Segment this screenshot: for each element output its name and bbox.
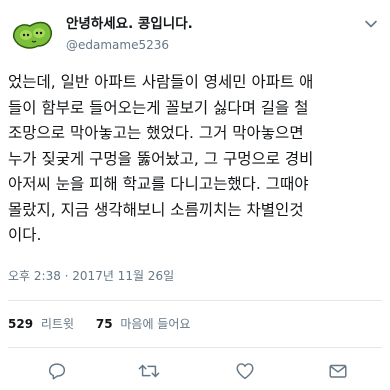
likes-label: 마음에 들어요 [120,317,191,331]
direct-message-button[interactable] [325,358,351,384]
tweet-card: 안녕하세요. 콩입니다. @edamame5236 었는데, 일반 아파트 사람… [0,0,390,390]
divider [8,300,382,301]
retweet-icon [138,364,160,378]
like-button[interactable] [232,358,258,384]
divider [8,347,382,348]
likes-count: 75 [95,317,113,331]
heart-icon [236,363,254,380]
likes-stat[interactable]: 75 마음에 들어요 [96,316,191,332]
envelope-icon [329,364,347,378]
reply-button[interactable] [44,358,70,384]
avatar[interactable] [8,8,56,56]
retweets-stat[interactable]: 529 리트윗 [8,316,74,332]
user-handle[interactable]: @edamame5236 [66,37,169,53]
retweet-button[interactable] [136,358,162,384]
tweet-header: 안녕하세요. 콩입니다. @edamame5236 [0,0,390,62]
display-name[interactable]: 안녕하세요. 콩입니다. [66,15,193,33]
retweets-count: 529 [8,317,34,331]
reply-icon [48,363,66,380]
tweet-text: 었는데, 일반 아파트 사람들이 영세민 아파트 애 들이 함부로 들어오는게 … [8,73,314,244]
retweets-label: 리트윗 [40,317,75,331]
chevron-down-icon[interactable] [364,16,378,30]
tweet-timestamp[interactable]: 오후 2:38 · 2017년 11월 26일 [8,268,174,284]
edamame-avatar-icon [8,8,56,56]
tweet-stats: 529 리트윗 75 마음에 들어요 [8,316,208,332]
tweet-actions [0,356,390,386]
